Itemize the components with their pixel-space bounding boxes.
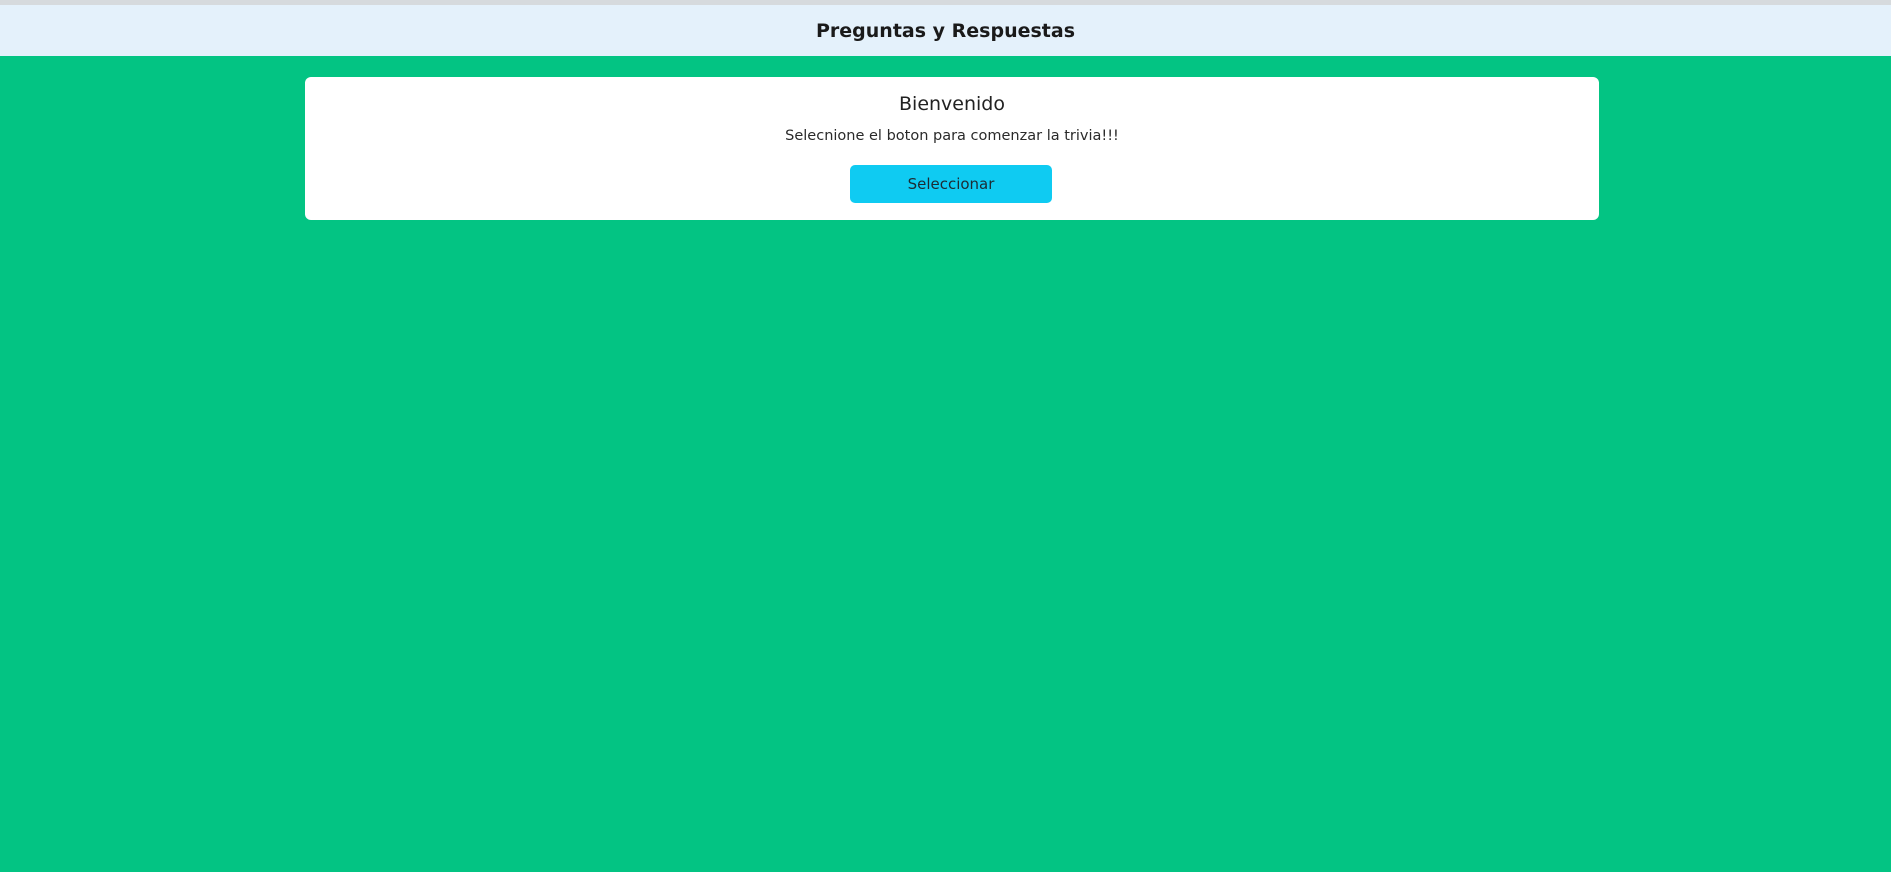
page-header: Preguntas y Respuestas <box>0 5 1891 56</box>
start-trivia-button[interactable]: Seleccionar <box>850 165 1052 203</box>
page-title: Preguntas y Respuestas <box>815 19 1076 42</box>
welcome-title: Bienvenido <box>899 93 1005 115</box>
welcome-message: Selecnione el boton para comenzar la tri… <box>785 128 1119 144</box>
welcome-card: Bienvenido Selecnione el boton para come… <box>305 77 1599 220</box>
